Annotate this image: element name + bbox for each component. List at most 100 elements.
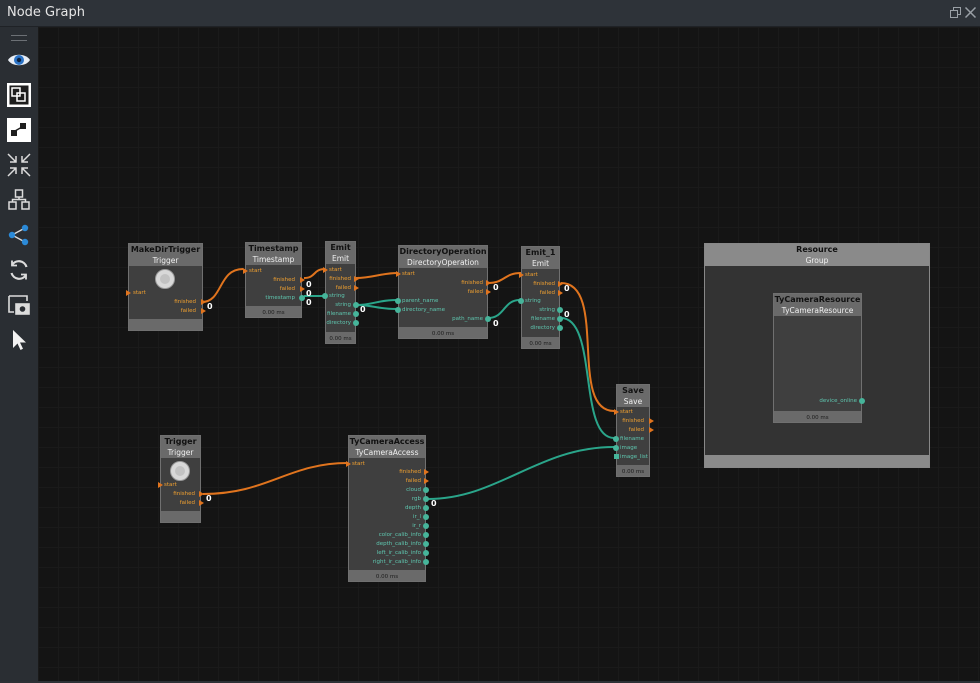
node-time: 0.00 ms	[375, 574, 399, 580]
left-ir-calib-port-icon[interactable]	[423, 550, 429, 556]
port-start: start	[352, 461, 365, 467]
power-icon[interactable]	[155, 269, 175, 289]
layout-icon[interactable]	[6, 117, 32, 143]
string-out-port-icon[interactable]	[557, 307, 563, 313]
start-port-icon[interactable]	[346, 461, 351, 467]
node-type: TyCameraResource	[781, 306, 854, 315]
node-type: TyCameraAccess	[355, 448, 419, 457]
node-timestamp[interactable]: Timestamp Timestamp start finished faile…	[243, 242, 312, 318]
node-emit[interactable]: Emit Emit start string finished failed s…	[322, 241, 366, 344]
cloud-port-icon[interactable]	[423, 487, 429, 493]
failed-port-icon[interactable]	[199, 500, 204, 506]
finished-port-icon[interactable]	[486, 280, 491, 286]
group-header: Resource Group	[705, 244, 929, 266]
frame-icon[interactable]	[6, 82, 32, 108]
start-port-icon[interactable]	[614, 409, 619, 415]
right-ir-calib-port-icon[interactable]	[423, 559, 429, 565]
ir-r-port-icon[interactable]	[423, 523, 429, 529]
device-online-port-icon[interactable]	[859, 398, 865, 404]
tree-icon[interactable]	[6, 187, 32, 213]
node-time: 0.00 ms	[529, 341, 552, 347]
directory-port-icon[interactable]	[557, 325, 563, 331]
ir-l-port-icon[interactable]	[423, 514, 429, 520]
failed-port-icon[interactable]	[424, 478, 429, 484]
parent-name-port-icon[interactable]	[395, 298, 401, 304]
power-icon[interactable]	[170, 461, 190, 481]
timestamp-port-icon[interactable]	[299, 295, 305, 301]
start-port-icon[interactable]	[519, 272, 524, 278]
port-timestamp: timestamp	[265, 295, 295, 301]
port-start: start	[133, 290, 146, 296]
failed-port-icon[interactable]	[486, 289, 491, 295]
finished-port-icon[interactable]	[199, 491, 204, 497]
filename-port-icon[interactable]	[557, 316, 563, 322]
node-emit-1[interactable]: Emit_1 Emit start string finished failed…	[518, 246, 570, 349]
node-header: Emit Emit	[326, 242, 355, 264]
node-tycameraresource[interactable]: TyCameraResource TyCameraResource device…	[773, 293, 865, 423]
eye-icon[interactable]	[6, 47, 32, 73]
start-port-icon[interactable]	[126, 290, 131, 296]
start-port-icon[interactable]	[158, 482, 163, 488]
node-header: TyCameraAccess TyCameraAccess	[349, 436, 425, 458]
finished-port-icon[interactable]	[558, 281, 563, 287]
port-finished: finished	[273, 277, 295, 283]
port-finished: finished	[173, 491, 195, 497]
color-calib-port-icon[interactable]	[423, 532, 429, 538]
finished-port-icon[interactable]	[201, 299, 206, 305]
toolbar-grip[interactable]	[11, 35, 27, 41]
failed-port-icon[interactable]	[649, 427, 654, 433]
node-footer: 0.00 ms	[246, 306, 301, 317]
node-footer: 0.00 ms	[522, 337, 559, 348]
node-footer: 0.00 ms	[399, 327, 487, 338]
rgb-port-icon[interactable]	[423, 496, 429, 502]
depth-port-icon[interactable]	[423, 505, 429, 511]
string-in-port-icon[interactable]	[518, 298, 524, 304]
node-trigger[interactable]: Trigger Trigger start finished failed 0	[158, 435, 212, 523]
directory-port-icon[interactable]	[353, 320, 359, 326]
failed-port-icon[interactable]	[201, 308, 206, 314]
camera-icon[interactable]	[6, 292, 32, 318]
share-icon[interactable]	[6, 222, 32, 248]
node-save[interactable]: Save Save start finished failed filename…	[613, 384, 654, 477]
cursor-icon[interactable]	[6, 327, 32, 353]
node-makedirtrigger[interactable]: MakeDirTrigger Trigger start finished fa…	[126, 243, 213, 331]
close-icon[interactable]	[964, 6, 977, 19]
group-resource[interactable]: Resource Group TyCameraResource TyCamera…	[704, 243, 930, 468]
start-port-icon[interactable]	[243, 268, 248, 274]
group-type: Group	[805, 256, 829, 265]
node-title: Trigger	[164, 437, 197, 446]
port-directory-name: directory_name	[402, 307, 445, 313]
filename-port-icon[interactable]	[353, 311, 359, 317]
directory-name-port-icon[interactable]	[395, 307, 401, 313]
port-start: start	[329, 267, 342, 273]
failed-port-icon[interactable]	[300, 286, 305, 292]
refresh-icon[interactable]	[6, 257, 32, 283]
window-title: Node Graph	[7, 5, 85, 20]
node-graph-canvas[interactable]: MakeDirTrigger Trigger start finished fa…	[38, 27, 980, 681]
node-title: TyCameraResource	[774, 295, 861, 304]
node-title: DirectoryOperation	[399, 247, 487, 256]
port-start: start	[249, 268, 262, 274]
path-name-port-icon[interactable]	[485, 316, 491, 322]
group-title: Resource	[796, 245, 838, 254]
finished-port-icon[interactable]	[300, 277, 305, 283]
collapse-icon[interactable]	[6, 152, 32, 178]
node-header: Timestamp Timestamp	[246, 243, 301, 265]
finished-port-icon[interactable]	[424, 469, 429, 475]
port-start: start	[620, 409, 633, 415]
node-directoryoperation[interactable]: DirectoryOperation DirectoryOperation st…	[395, 245, 499, 339]
image-in-port-icon[interactable]	[613, 445, 619, 451]
failed-port-icon[interactable]	[354, 285, 359, 291]
string-out-port-icon[interactable]	[353, 302, 359, 308]
finished-port-icon[interactable]	[354, 276, 359, 282]
failed-port-icon[interactable]	[558, 290, 563, 296]
string-in-port-icon[interactable]	[322, 293, 328, 299]
start-port-icon[interactable]	[323, 267, 328, 273]
filename-in-port-icon[interactable]	[613, 436, 619, 442]
start-port-icon[interactable]	[396, 271, 401, 277]
finished-port-icon[interactable]	[649, 418, 654, 424]
depth-calib-port-icon[interactable]	[423, 541, 429, 547]
restore-icon[interactable]	[949, 6, 962, 19]
node-tycameraaccess[interactable]: TyCameraAccess TyCameraAccess start fini…	[346, 435, 437, 582]
image-list-port-icon[interactable]	[614, 454, 619, 459]
